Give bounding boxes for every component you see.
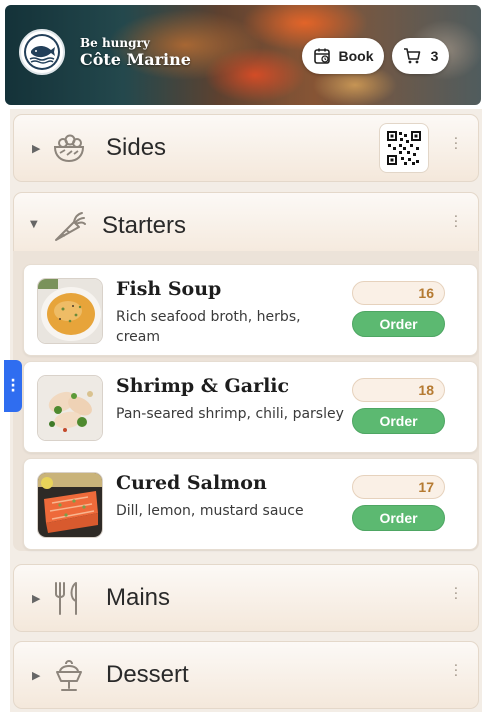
section-dessert[interactable]: ▶ Dessert · · · [13,641,479,709]
menu-item[interactable]: Shrimp & Garlic Pan-seared shrimp, chili… [23,361,478,453]
carrot-icon [55,212,86,241]
cart-button[interactable]: 3 [392,38,449,74]
item-name: Fish Soup [116,278,222,300]
section-mains[interactable]: ▶ Mains · · · [13,564,479,632]
section-title: Starters [102,212,187,239]
vertical-dots-icon: · · · [10,372,16,399]
fish-soup-photo [37,278,103,344]
side-panel-handle[interactable]: · · · [4,360,22,412]
brand-tagline: Be hungry [80,36,150,50]
ice-cream-icon [56,660,82,691]
item-price: 17 [352,475,445,499]
section-title: Sides [106,134,167,161]
restaurant-name: Côte Marine [80,50,191,69]
item-price: 16 [352,281,445,305]
item-description: Pan-seared shrimp, chili, parsley [116,406,344,422]
item-price: 18 [352,378,445,402]
collapse-caret-icon: ▼ [30,219,38,230]
book-button[interactable]: Book [302,38,384,74]
expand-caret-icon: ▶ [32,669,41,682]
menu-item[interactable]: Fish Soup Rich seafood broth, herbs, cre… [23,264,478,356]
restaurant-logo[interactable] [19,29,65,75]
order-button[interactable]: Order [352,505,445,531]
calendar-icon [313,48,330,64]
expand-caret-icon: ▶ [32,592,41,605]
cart-icon [403,48,420,64]
item-description: Dill, lemon, mustard sauce [116,503,304,519]
qr-code-icon [386,130,422,166]
item-name: Shrimp & Garlic [116,375,290,397]
more-options-icon[interactable]: · · · [451,133,461,156]
more-options-icon[interactable]: · · · [451,583,461,606]
order-button[interactable]: Order [352,311,445,337]
menu-list: ▶ Sides · · · ▼ Starters · · · Fish Soup… [10,109,482,712]
menu-item[interactable]: Cured Salmon Dill, lemon, mustard sauce … [23,458,478,550]
section-title: Mains [106,584,171,611]
item-description: Rich seafood broth, herbs, cream [116,309,301,345]
book-label: Book [338,48,374,64]
cured-salmon-photo [37,472,103,538]
brand-text: Be hungry Côte Marine [80,36,191,69]
section-sides[interactable]: ▶ Sides · · · [13,114,479,182]
item-name: Cured Salmon [116,472,267,494]
more-options-icon[interactable]: · · · [451,660,461,683]
header-banner: Be hungry Côte Marine Book 3 [5,5,481,105]
fork-knife-icon [55,582,77,615]
shrimp-garlic-photo [37,375,103,441]
starters-panel: Fish Soup Rich seafood broth, herbs, cre… [13,251,479,551]
section-title: Dessert [106,661,189,688]
fish-logo-icon [24,34,60,70]
section-starters[interactable]: ▼ Starters · · · [13,192,479,260]
expand-caret-icon: ▶ [32,142,41,155]
qr-code-button[interactable] [379,123,429,173]
cart-count: 3 [430,48,439,64]
order-button[interactable]: Order [352,408,445,434]
more-options-icon[interactable]: · · · [451,211,461,234]
salad-bowl-icon [53,134,85,163]
